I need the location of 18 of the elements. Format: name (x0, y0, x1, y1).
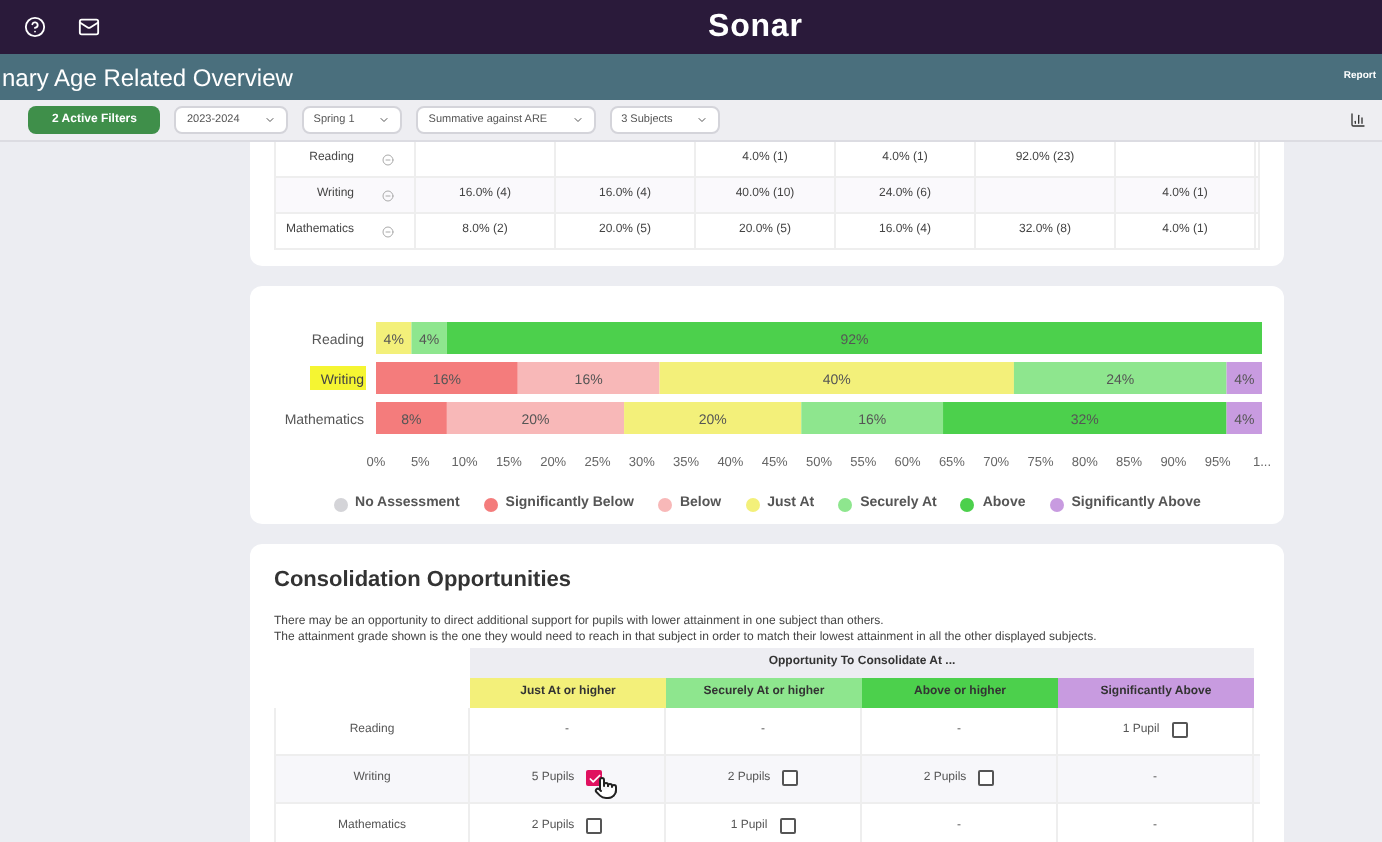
bar-segment (376, 322, 412, 354)
checkbox[interactable] (978, 770, 995, 786)
checkbox[interactable] (586, 818, 603, 834)
bar-segment (376, 362, 518, 394)
mail-icon[interactable] (78, 16, 100, 38)
caret-icon (263, 114, 276, 126)
caret-icon (378, 114, 391, 126)
caret-icon (571, 114, 584, 126)
highlight-mark (310, 366, 366, 390)
caret-icon (696, 114, 709, 126)
checkbox[interactable] (1171, 722, 1188, 738)
section-title: Consolidation Opportunities (274, 566, 573, 596)
app-logo: Sonar (708, 7, 803, 47)
chart-icon[interactable] (1350, 112, 1366, 128)
page-title: nary Age Related Overview (2, 61, 293, 95)
checkbox[interactable] (779, 818, 796, 834)
checkbox[interactable] (782, 770, 799, 786)
help-icon[interactable] (24, 16, 46, 38)
